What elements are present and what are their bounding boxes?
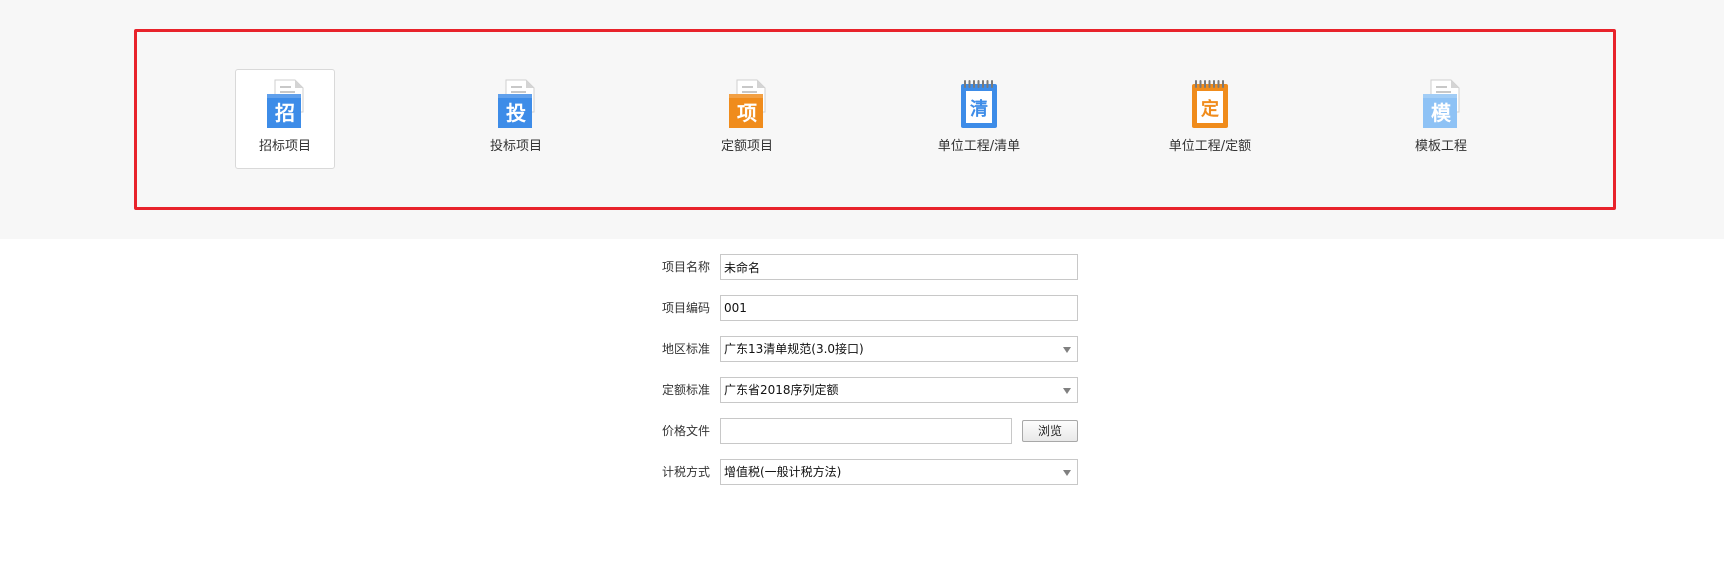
project-name-label: 项目名称 [661, 260, 710, 274]
quota-standard-select[interactable]: 广东省2018序列定额 [720, 377, 1078, 403]
template-project-icon: 模 [1417, 78, 1465, 130]
unit-quota-icon: 定 [1186, 78, 1234, 130]
project-type-unit-bill[interactable]: 清 单位工程/清单 [929, 69, 1029, 169]
icon-glyph: 招 [275, 101, 295, 125]
icon-glyph: 项 [737, 101, 757, 125]
region-standard-label: 地区标准 [661, 342, 710, 356]
chevron-down-icon [1063, 470, 1071, 476]
project-type-quota[interactable]: 项 定额项目 [697, 69, 797, 169]
tender-project-icon: 招 [261, 78, 309, 130]
price-file-input[interactable] [720, 418, 1012, 444]
icon-glyph: 清 [970, 99, 988, 120]
project-type-label: 单位工程/清单 [937, 139, 1021, 154]
project-type-label: 投标项目 [489, 139, 542, 154]
project-type-bid[interactable]: 投 投标项目 [466, 69, 566, 169]
icon-glyph: 投 [506, 101, 526, 125]
tax-method-select[interactable]: 增值税(一般计税方法) [720, 459, 1078, 485]
icon-glyph: 定 [1201, 98, 1219, 120]
project-type-template[interactable]: 模 模板工程 [1391, 69, 1491, 169]
project-code-input[interactable] [720, 295, 1078, 321]
browse-button[interactable]: 浏览 [1022, 420, 1078, 442]
region-standard-select[interactable]: 广东13清单规范(3.0接口) [720, 336, 1078, 362]
tax-method-value: 增值税(一般计税方法) [724, 465, 842, 479]
quota-project-icon: 项 [723, 78, 771, 130]
project-type-label: 招标项目 [258, 139, 311, 154]
icon-glyph: 模 [1431, 101, 1452, 125]
region-standard-value: 广东13清单规范(3.0接口) [724, 342, 864, 356]
chevron-down-icon [1063, 347, 1071, 353]
project-type-unit-quota[interactable]: 定 单位工程/定额 [1160, 69, 1260, 169]
quota-standard-value: 广东省2018序列定额 [724, 383, 839, 397]
project-type-label: 模板工程 [1414, 139, 1467, 154]
bid-project-icon: 投 [492, 78, 540, 130]
price-file-label: 价格文件 [661, 424, 710, 438]
tax-method-label: 计税方式 [661, 465, 710, 479]
quota-standard-label: 定额标准 [661, 383, 710, 397]
project-code-label: 项目编码 [661, 301, 710, 315]
project-type-label: 单位工程/定额 [1168, 139, 1252, 154]
project-type-label: 定额项目 [720, 139, 773, 154]
project-name-input[interactable] [720, 254, 1078, 280]
project-type-tender[interactable]: 招 招标项目 [235, 69, 335, 169]
chevron-down-icon [1063, 388, 1071, 394]
unit-bill-icon: 清 [955, 78, 1003, 130]
